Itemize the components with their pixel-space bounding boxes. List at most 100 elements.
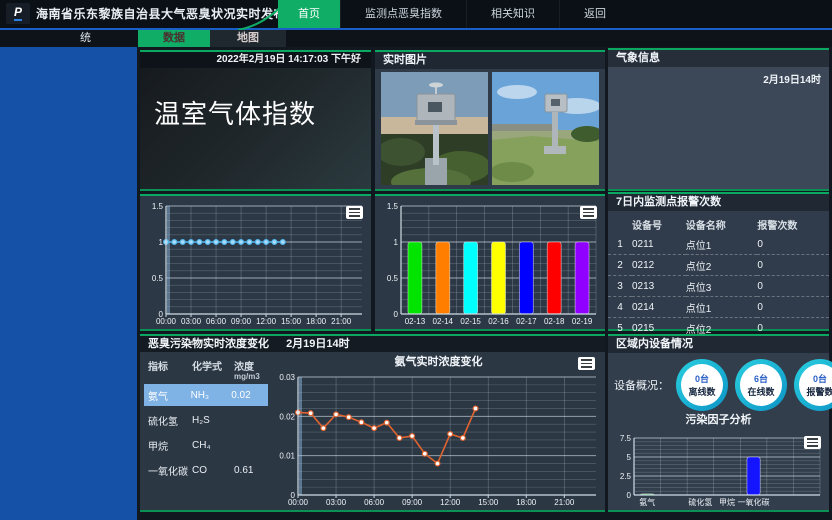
alarm-cell: 1: [608, 234, 632, 255]
system-title-wrap-label: 统: [80, 30, 91, 47]
svg-text:06:00: 06:00: [364, 498, 385, 507]
svg-text:09:00: 09:00: [231, 317, 252, 326]
concentration-unit: mg/m3: [234, 372, 272, 381]
svg-text:5: 5: [627, 453, 632, 462]
device-overview-row: 设备概况： 0台离线数6台在线数0台报警数: [608, 353, 829, 413]
photo-row: [375, 69, 605, 188]
alarm-cell: 0212: [632, 255, 686, 276]
alarm-column-header: 报警次数: [757, 215, 829, 234]
chart-menu-icon[interactable]: [578, 357, 595, 370]
tab-map[interactable]: 地图: [210, 30, 286, 47]
device-count-circle: 0台报警数: [794, 359, 832, 411]
pollutant-concentration-panel: 恶臭污染物实时浓度变化 2月19日14时 指标化学式浓度mg/m3氨气NH₃0.…: [140, 334, 605, 512]
svg-text:09:00: 09:00: [402, 498, 423, 507]
alarm-column-header: 设备名称: [686, 215, 758, 234]
col-indicator: 指标: [148, 358, 192, 381]
alarm-cell: 点位1: [686, 234, 758, 255]
greenhouse-index-chart: 00.511.500:0003:0006:0009:0012:0015:0018…: [142, 200, 369, 327]
pollutant-formula: NH₃: [191, 390, 232, 401]
svg-text:0.02: 0.02: [279, 412, 295, 421]
alarm-cell: 0214: [632, 297, 686, 318]
pollutant-formula: CH₄: [192, 440, 234, 451]
pollutant-row[interactable]: 硫化氢H₂S: [148, 409, 272, 431]
sidebar: [0, 41, 137, 520]
svg-text:0.01: 0.01: [279, 452, 295, 461]
svg-text:15:00: 15:00: [281, 317, 302, 326]
tab-data[interactable]: 数据: [138, 30, 210, 47]
device-count: 0台: [695, 372, 709, 385]
pollutant-panel-date: 2月19日14时: [286, 338, 350, 350]
alarm-table-row: 40214点位10: [608, 297, 829, 318]
logo-glyph: P: [14, 6, 22, 21]
alarm-cell: 点位1: [686, 297, 758, 318]
ammonia-chart-title: 氨气实时浓度变化: [272, 354, 605, 370]
pollutant-row[interactable]: 氨气NH₃0.02: [144, 384, 268, 406]
greeting-panel: 2022年2月19日 14:17:03 下午好 温室气体指数: [140, 50, 371, 191]
svg-text:02-15: 02-15: [460, 317, 481, 326]
alarm-cell: 0: [757, 255, 829, 276]
pollutant-formula: CO: [192, 465, 234, 476]
station-photo-1: [381, 72, 488, 185]
alarm-column-header: 设备号: [632, 215, 686, 234]
nav-item[interactable]: 相关知识: [466, 0, 559, 28]
device-count: 6台: [754, 372, 768, 385]
pollutant-row[interactable]: 甲烷CH₄: [148, 434, 272, 456]
device-count-label: 报警数: [806, 385, 832, 398]
weather-panel-header: 气象信息: [608, 50, 829, 67]
alarm-cell: 0211: [632, 234, 686, 255]
pollutant-name: 氨气: [148, 388, 191, 403]
svg-text:18:00: 18:00: [306, 317, 327, 326]
svg-text:一氧化碳: 一氧化碳: [738, 497, 770, 507]
alarm-table-row: 10211点位10: [608, 234, 829, 255]
alarm-count-panel: 7日内监测点报警次数 设备号设备名称报警次数 10211点位1020212点位2…: [608, 192, 829, 331]
greenhouse-index-chart-panel: 00.511.500:0003:0006:0009:0012:0015:0018…: [140, 194, 371, 331]
svg-text:甲烷: 甲烷: [719, 497, 735, 507]
daily-index-chart-panel: 00.511.502-1302-1402-1502-1602-1702-1802…: [375, 194, 605, 331]
device-count-label: 在线数: [747, 385, 774, 398]
nav-item[interactable]: 返回: [559, 0, 630, 28]
device-overview-label: 设备概况：: [614, 377, 669, 393]
nav-item[interactable]: 首页: [278, 0, 340, 28]
weather-date: 2月19日14时: [608, 67, 829, 86]
col-formula: 化学式: [192, 358, 234, 381]
alarm-table-row: 20212点位20: [608, 255, 829, 276]
factor-analysis-title: 污染因子分析: [608, 413, 829, 427]
pollutant-row[interactable]: 一氧化碳CO0.61: [148, 459, 272, 481]
svg-text:12:00: 12:00: [256, 317, 277, 326]
svg-text:0.03: 0.03: [279, 373, 295, 382]
device-count-circle: 0台离线数: [676, 359, 728, 411]
svg-text:7.5: 7.5: [620, 434, 632, 443]
svg-text:02-19: 02-19: [572, 317, 593, 326]
svg-text:02-17: 02-17: [516, 317, 537, 326]
device-status-panel: 区域内设备情况 设备概况： 0台离线数6台在线数0台报警数 污染因子分析 02.…: [608, 334, 829, 512]
svg-text:1.5: 1.5: [387, 202, 399, 211]
alarm-cell: 4: [608, 297, 632, 318]
svg-text:02-18: 02-18: [544, 317, 565, 326]
alarm-cell: 0213: [632, 276, 686, 297]
tab-bar: 统 数据地图: [0, 30, 832, 47]
nav-item[interactable]: 监测点恶臭指数: [340, 0, 466, 28]
svg-text:1: 1: [394, 238, 399, 247]
svg-text:0: 0: [394, 310, 399, 319]
svg-text:1: 1: [159, 238, 164, 247]
svg-text:00:00: 00:00: [156, 317, 177, 326]
topbar: P 海南省乐东黎族自治县大气恶臭状况实时发布系 首页监测点恶臭指数相关知识返回: [0, 0, 832, 30]
svg-text:02-14: 02-14: [433, 317, 454, 326]
svg-text:1.5: 1.5: [152, 202, 164, 211]
pollutant-name: 一氧化碳: [148, 463, 192, 478]
svg-text:0.5: 0.5: [152, 274, 164, 283]
pollutant-name: 硫化氢: [148, 413, 192, 428]
pollutant-panel-header: 恶臭污染物实时浓度变化 2月19日14时: [140, 336, 605, 352]
device-count-label: 离线数: [688, 385, 715, 398]
pollutant-table: 指标化学式浓度mg/m3氨气NH₃0.02硫化氢H₂S甲烷CH₄一氧化碳CO0.…: [140, 354, 272, 510]
alarm-cell: 0: [757, 234, 829, 255]
chart-menu-icon[interactable]: [346, 206, 363, 219]
alarm-cell: 点位3: [686, 276, 758, 297]
pollutant-value: 0.61: [234, 465, 272, 476]
device-count: 0台: [813, 372, 827, 385]
chart-menu-icon[interactable]: [580, 206, 597, 219]
pollutant-formula: H₂S: [192, 415, 234, 426]
pollutant-panel-title: 恶臭污染物实时浓度变化: [148, 338, 269, 350]
chart-menu-icon[interactable]: [804, 436, 821, 449]
photos-panel-header: 实时图片: [375, 52, 605, 69]
